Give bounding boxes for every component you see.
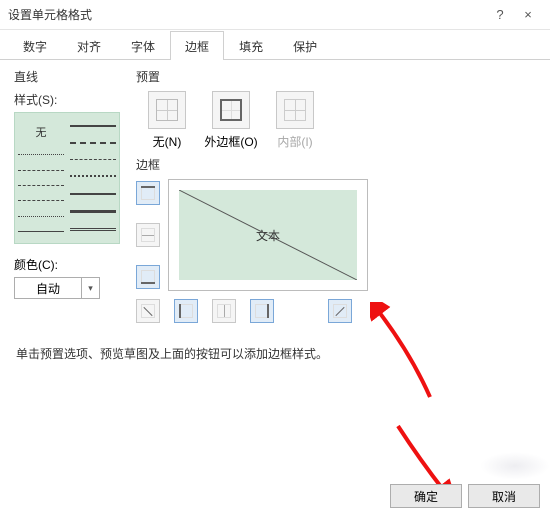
tab-fill[interactable]: 填充 bbox=[224, 31, 278, 60]
preset-row: 无(N) 外边框(O) 内部(I) bbox=[140, 91, 536, 150]
preset-inside-label: 内部(I) bbox=[268, 133, 322, 150]
border-hmiddle-button[interactable] bbox=[136, 223, 160, 247]
border-left-button[interactable] bbox=[174, 299, 198, 323]
close-button[interactable]: × bbox=[514, 7, 542, 22]
line-style-dashdot[interactable] bbox=[18, 200, 64, 201]
dialog-footer: 确定 取消 bbox=[390, 484, 540, 508]
cancel-button[interactable]: 取消 bbox=[468, 484, 540, 508]
border-vmiddle-button[interactable] bbox=[212, 299, 236, 323]
border-bottom-button[interactable] bbox=[136, 265, 160, 289]
preset-none-label: 无(N) bbox=[140, 133, 194, 150]
border-bottom-icon bbox=[141, 270, 155, 284]
line-style-double[interactable] bbox=[70, 228, 116, 231]
color-value: 自动 bbox=[15, 280, 81, 297]
line-style-medium[interactable] bbox=[70, 125, 116, 127]
border-left-icon bbox=[179, 304, 193, 318]
line-section: 直线 样式(S): 无 颜色(C): bbox=[14, 68, 124, 323]
line-style-medium-dot[interactable] bbox=[70, 175, 116, 177]
border-diag-up-button[interactable] bbox=[136, 299, 160, 323]
border-diag-down-icon bbox=[333, 304, 347, 318]
border-diag-down-button[interactable] bbox=[328, 299, 352, 323]
line-section-label: 直线 bbox=[14, 68, 124, 85]
line-style-dash2[interactable] bbox=[18, 185, 64, 186]
preset-outline-icon bbox=[220, 99, 242, 121]
line-style-extra-thick[interactable] bbox=[70, 210, 116, 213]
tab-strip: 数字 对齐 字体 边框 填充 保护 bbox=[0, 30, 550, 60]
line-style-dashed[interactable] bbox=[18, 170, 64, 171]
border-preview[interactable]: 文本 bbox=[168, 179, 368, 291]
help-button[interactable]: ? bbox=[486, 7, 514, 22]
line-style-thin-dash[interactable] bbox=[70, 159, 116, 160]
preset-section-label: 预置 bbox=[136, 68, 536, 85]
border-vmiddle-icon bbox=[217, 304, 231, 318]
ok-button[interactable]: 确定 bbox=[390, 484, 462, 508]
preset-outline-label: 外边框(O) bbox=[204, 133, 258, 150]
border-hmiddle-icon bbox=[141, 228, 155, 242]
line-style-medium-dash[interactable] bbox=[70, 142, 116, 144]
preset-inside-button[interactable] bbox=[276, 91, 314, 129]
line-style-list[interactable]: 无 bbox=[14, 112, 120, 244]
tab-border[interactable]: 边框 bbox=[170, 31, 224, 60]
tab-protection[interactable]: 保护 bbox=[278, 31, 332, 60]
diagonal-line-icon bbox=[179, 190, 357, 280]
preset-none-button[interactable] bbox=[148, 91, 186, 129]
color-label: 颜色(C): bbox=[14, 256, 124, 273]
titlebar: 设置单元格格式 ? × bbox=[0, 0, 550, 30]
line-style-thick[interactable] bbox=[70, 193, 116, 195]
border-section-label: 边框 bbox=[136, 156, 536, 173]
border-right-icon bbox=[255, 304, 269, 318]
line-style-dotted[interactable] bbox=[18, 154, 64, 155]
preset-none-icon bbox=[156, 99, 178, 121]
border-right-button[interactable] bbox=[250, 299, 274, 323]
line-style-dashdotdot[interactable] bbox=[18, 216, 64, 217]
chevron-down-icon: ▾ bbox=[81, 278, 99, 298]
border-top-button[interactable] bbox=[136, 181, 160, 205]
border-diag-up-icon bbox=[141, 304, 155, 318]
tab-font[interactable]: 字体 bbox=[116, 31, 170, 60]
tab-alignment[interactable]: 对齐 bbox=[62, 31, 116, 60]
line-style-none[interactable]: 无 bbox=[18, 124, 64, 140]
preset-inside-icon bbox=[284, 99, 306, 121]
watermark-smudge bbox=[480, 452, 550, 480]
style-label: 样式(S): bbox=[14, 91, 124, 108]
line-style-thin[interactable] bbox=[18, 231, 64, 232]
hint-text: 单击预置选项、预览草图及上面的按钮可以添加边框样式。 bbox=[16, 345, 534, 362]
tab-number[interactable]: 数字 bbox=[8, 31, 62, 60]
preset-outline-button[interactable] bbox=[212, 91, 250, 129]
border-top-icon bbox=[141, 186, 155, 200]
window-title: 设置单元格格式 bbox=[8, 6, 92, 23]
color-dropdown[interactable]: 自动 ▾ bbox=[14, 277, 100, 299]
